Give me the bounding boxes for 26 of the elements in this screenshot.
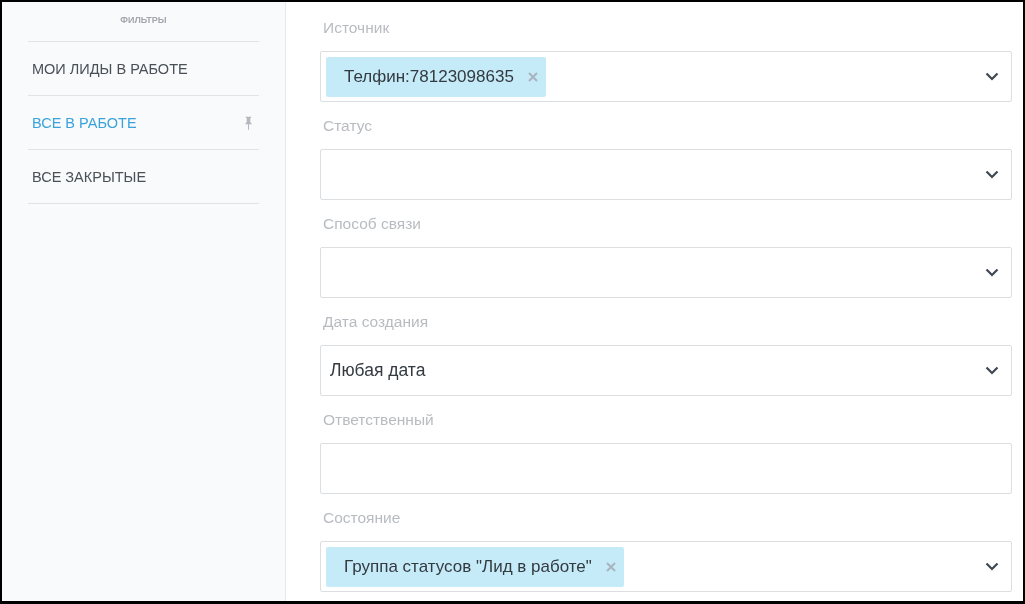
- select-field[interactable]: [320, 247, 1012, 298]
- select-field[interactable]: Любая дата: [320, 345, 1012, 396]
- remove-icon[interactable]: [605, 561, 616, 572]
- field-label: Ответственный: [322, 411, 435, 430]
- field-label: Способ связи: [322, 215, 422, 234]
- input-field[interactable]: [320, 443, 1012, 494]
- remove-icon[interactable]: [527, 71, 538, 82]
- select-field[interactable]: Телфин:78123098635: [320, 51, 1012, 102]
- select-field[interactable]: [320, 149, 1012, 200]
- field-label: Дата создания: [322, 313, 430, 332]
- sidebar-title: ФИЛЬТРЫ: [28, 2, 259, 42]
- tag-text: Группа статусов "Лид в работе": [344, 556, 592, 577]
- chevron-down-icon: [985, 366, 999, 375]
- select-field[interactable]: Группа статусов "Лид в работе": [320, 541, 1012, 592]
- chevron-down-icon: [985, 170, 999, 179]
- chevron-down-icon: [985, 562, 999, 571]
- chevron-down-icon: [985, 268, 999, 277]
- tag-text: Телфин:78123098635: [344, 66, 514, 87]
- field-label: Статус: [322, 117, 373, 136]
- sidebar-item[interactable]: ВСЕ ЗАКРЫТЫЕ: [28, 150, 259, 203]
- field-value: Любая дата: [329, 360, 426, 381]
- field-label: Источник: [322, 19, 391, 38]
- chevron-down-icon: [985, 72, 999, 81]
- sidebar-item[interactable]: МОИ ЛИДЫ В РАБОТЕ: [28, 42, 259, 95]
- field-label: Состояние: [322, 509, 402, 528]
- pin-icon[interactable]: [244, 114, 253, 131]
